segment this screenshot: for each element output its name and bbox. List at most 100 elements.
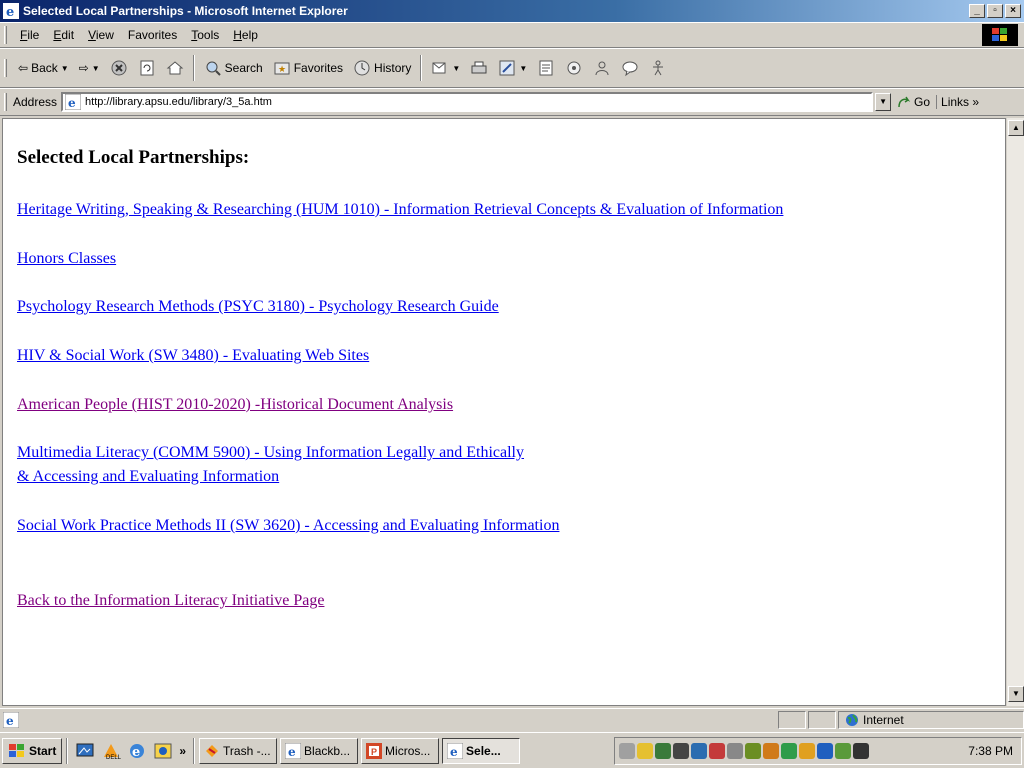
toolbar-separator	[192, 55, 195, 81]
address-input[interactable]: e http://library.apsu.edu/library/3_5a.h…	[61, 92, 874, 112]
discuss-button[interactable]	[532, 57, 560, 79]
usb-tray-icon[interactable]	[835, 742, 851, 759]
forward-button[interactable]: ⇨ ▼	[74, 59, 105, 77]
security-zone: Internet	[838, 710, 1024, 729]
link-heritage-writing[interactable]: Heritage Writing, Speaking & Researching…	[17, 200, 783, 220]
back-button[interactable]: ⇦ Back ▼	[13, 59, 74, 77]
favorites-button[interactable]: ★ Favorites	[268, 57, 348, 79]
menu-tools-rest: ools	[197, 28, 220, 42]
go-button[interactable]: Go	[891, 95, 936, 109]
update-tray-icon[interactable]	[745, 742, 761, 759]
taskbar-separator	[193, 737, 196, 764]
link-hiv-social-work[interactable]: HIV & Social Work (SW 3480) - Evaluating…	[17, 346, 369, 366]
research-icon	[567, 61, 581, 75]
clock[interactable]: 7:38 PM	[968, 744, 1017, 758]
buddy-tray-icon[interactable]	[781, 742, 797, 759]
antivirus-tray-icon[interactable]	[673, 742, 689, 759]
network-tray-icon[interactable]	[619, 742, 635, 759]
link-honors-classes[interactable]: Honors Classes	[17, 249, 116, 269]
messenger-button[interactable]	[588, 57, 616, 79]
forward-dropdown-icon[interactable]: ▼	[92, 64, 100, 73]
menu-favorites[interactable]: Favorites	[121, 26, 184, 44]
printer-tray-icon[interactable]	[727, 742, 743, 759]
print-button[interactable]	[465, 57, 493, 79]
refresh-button[interactable]	[133, 57, 161, 79]
power-tray-icon[interactable]	[853, 742, 869, 759]
chat-tray-icon[interactable]	[817, 742, 833, 759]
internet-explorer-icon[interactable]: e	[127, 741, 147, 761]
minimize-button[interactable]: _	[969, 4, 985, 18]
task-label: Trash -...	[223, 743, 271, 758]
menu-grip[interactable]	[4, 26, 7, 44]
back-label: Back	[31, 61, 58, 75]
stop-button[interactable]	[105, 57, 133, 79]
task-trash[interactable]: Trash -...	[199, 737, 278, 764]
scroll-up-icon[interactable]: ▲	[1008, 120, 1024, 136]
address-label: Address	[13, 95, 58, 109]
link-multimedia-literacy-line2[interactable]: & Accessing and Evaluating Information	[17, 467, 279, 487]
scroll-down-icon[interactable]: ▼	[1008, 686, 1024, 702]
menu-help[interactable]: Help	[226, 26, 265, 44]
research-button[interactable]	[560, 57, 588, 79]
zone-label: Internet	[863, 712, 904, 727]
close-button[interactable]: ×	[1005, 4, 1021, 18]
home-button[interactable]	[161, 57, 189, 79]
task-selected-page[interactable]: e Sele...	[442, 737, 521, 764]
back-dropdown-icon[interactable]: ▼	[61, 64, 69, 73]
connection-tray-icon[interactable]	[691, 742, 707, 759]
show-desktop-icon[interactable]	[75, 741, 95, 761]
favorites-label: Favorites	[293, 61, 344, 75]
bird-tray-icon[interactable]	[799, 742, 815, 759]
search-button[interactable]: Search	[199, 57, 268, 79]
task-blackboard[interactable]: e Blackb...	[280, 737, 359, 764]
messenger-tray-icon[interactable]	[709, 742, 725, 759]
window-title: Selected Local Partnerships - Microsoft …	[23, 4, 348, 18]
vertical-scrollbar[interactable]: ▲ ▼	[1006, 118, 1024, 706]
history-icon	[354, 60, 370, 76]
maximize-button[interactable]: ▫	[987, 4, 1003, 18]
mail-dropdown-icon[interactable]: ▼	[452, 64, 460, 73]
menu-view[interactable]: View	[81, 26, 121, 44]
task-label: Blackb...	[304, 743, 351, 758]
svg-text:e: e	[450, 745, 458, 759]
svg-text:DELL: DELL	[106, 755, 121, 761]
display-tray-icon[interactable]	[655, 742, 671, 759]
standard-toolbar: ⇦ Back ▼ ⇨ ▼ Search ★ Favorites History …	[0, 48, 1024, 88]
edit-button[interactable]: ▼	[493, 57, 532, 79]
link-social-work-practice[interactable]: Social Work Practice Methods II (SW 3620…	[17, 516, 559, 536]
quicklaunch-chevron-icon[interactable]: »	[179, 744, 186, 758]
menu-tools[interactable]: Tools	[184, 26, 226, 44]
page-heading: Selected Local Partnerships:	[17, 147, 250, 168]
start-button[interactable]: Start	[2, 737, 63, 764]
svg-text:P: P	[371, 747, 377, 757]
address-grip[interactable]	[4, 93, 7, 111]
menu-favorites-key: Fa	[127, 28, 142, 42]
shield-tray-icon[interactable]	[763, 742, 779, 759]
menu-file[interactable]: File	[13, 26, 46, 44]
link-multimedia-literacy[interactable]: Multimedia Literacy (COMM 5900) - Using …	[17, 443, 524, 463]
menu-edit[interactable]: Edit	[46, 26, 81, 44]
history-button[interactable]: History	[348, 57, 416, 79]
link-back-info-literacy[interactable]: Back to the Information Literacy Initiat…	[17, 591, 324, 611]
address-dropdown-icon[interactable]: ▼	[875, 93, 892, 111]
dell-icon[interactable]: DELL	[101, 741, 121, 761]
start-label: Start	[29, 743, 57, 758]
link-psychology-research[interactable]: Psychology Research Methods (PSYC 3180) …	[17, 297, 499, 317]
ie-icon: e	[3, 3, 19, 19]
chat-button[interactable]	[616, 57, 644, 79]
trash-task-icon	[206, 744, 219, 757]
edit-dropdown-icon[interactable]: ▼	[519, 64, 527, 73]
link-american-people[interactable]: American People (HIST 2010-2020) -Histor…	[17, 395, 453, 415]
menu-file-rest: ile	[27, 28, 40, 42]
volume-tray-icon[interactable]	[637, 742, 653, 759]
accessibility-button[interactable]	[644, 57, 672, 79]
task-microsoft[interactable]: P Micros...	[361, 737, 440, 764]
mail-button[interactable]: ▼	[426, 57, 465, 79]
page-icon: e	[65, 94, 82, 110]
back-arrow-icon: ⇦	[18, 61, 29, 75]
powerpoint-task-icon: P	[366, 742, 383, 759]
go-label: Go	[914, 95, 931, 109]
toolbar-grip[interactable]	[4, 59, 7, 77]
links-button[interactable]: Links »	[936, 95, 983, 109]
outlook-icon[interactable]	[153, 741, 173, 761]
